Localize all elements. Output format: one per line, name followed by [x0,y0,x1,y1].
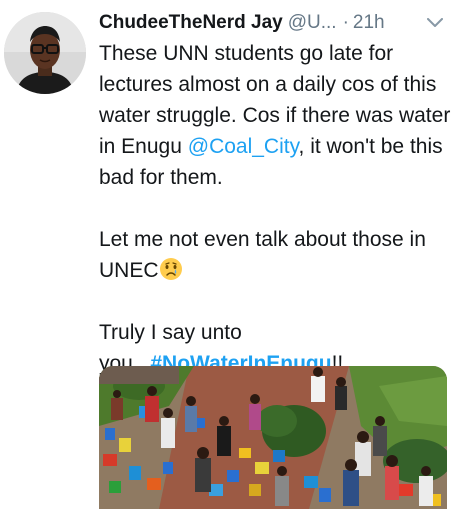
tweet-header: ChudeeTheNerd Jay @U... · 21h [99,10,451,36]
timestamp[interactable]: 21h [353,12,385,34]
tweet-text-segment: Let me not even talk about those in UNEC [99,228,426,282]
tweet-media-image[interactable] [99,366,447,509]
tweet-paragraph-1: These UNN students go late for lectures … [99,38,451,193]
avatar[interactable] [4,12,86,94]
separator-dot: · [342,12,349,33]
crowd-with-water-containers-photo [99,366,447,509]
mention-link[interactable]: @Coal_City [188,135,299,158]
tweet-paragraph-2: Let me not even talk about those in UNEC [99,224,451,286]
tweet-text: These UNN students go late for lectures … [99,38,451,379]
display-name[interactable]: ChudeeTheNerd Jay [99,12,283,34]
user-avatar-photo [4,12,86,94]
user-handle[interactable]: @U... [288,12,337,34]
chevron-down-icon[interactable] [425,13,445,33]
tweet-card[interactable]: ChudeeTheNerd Jay @U... · 21h These UNN … [0,0,458,509]
crying-face-emoji [159,257,183,281]
